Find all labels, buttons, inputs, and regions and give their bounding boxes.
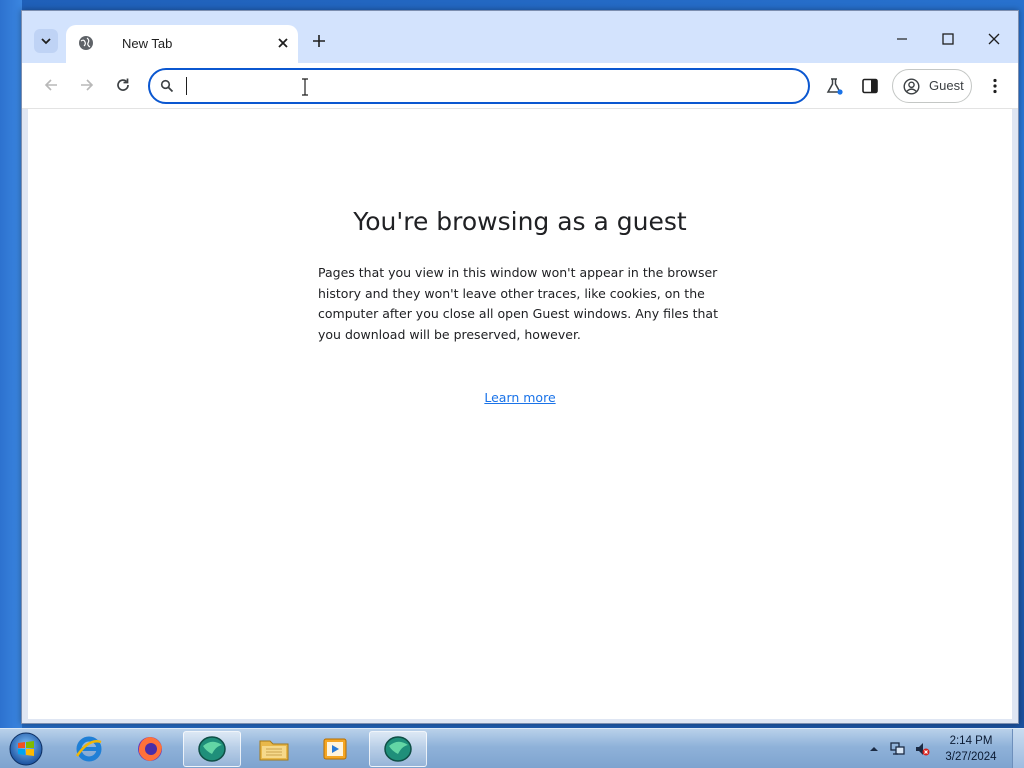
browser-window: New Tab Guest You're browsing as a guest… — [21, 10, 1019, 724]
system-clock[interactable]: 2:14 PM 3/27/2024 — [936, 733, 1006, 765]
green-orb-app-icon — [384, 736, 412, 762]
reload-icon[interactable] — [114, 76, 132, 94]
search-icon — [160, 79, 174, 93]
taskbar-ie[interactable] — [60, 731, 118, 767]
show-desktop-button[interactable] — [1012, 729, 1024, 768]
start-button[interactable] — [6, 730, 46, 768]
taskbar-app-green-active[interactable] — [369, 731, 427, 767]
tab-search-button[interactable] — [34, 29, 58, 53]
green-orb-app-icon — [198, 736, 226, 762]
text-cursor-icon — [302, 78, 308, 96]
firefox-icon — [138, 737, 162, 761]
guest-page: You're browsing as a guest Pages that yo… — [28, 109, 1012, 719]
page-title: You're browsing as a guest — [353, 207, 687, 236]
desktop-background — [0, 0, 22, 730]
forward-arrow-icon[interactable] — [78, 76, 96, 94]
labs-flask-icon[interactable] — [825, 77, 843, 95]
profile-button[interactable]: Guest — [892, 69, 972, 103]
browser-toolbar: Guest — [22, 63, 1018, 109]
taskbar: 2:14 PM 3/27/2024 — [0, 728, 1024, 768]
chevron-down-icon — [41, 38, 51, 45]
taskbar-app-green[interactable] — [183, 731, 241, 767]
account-circle-icon — [903, 78, 920, 95]
close-tab-icon[interactable] — [276, 36, 290, 50]
new-tab-icon[interactable] — [310, 32, 328, 50]
profile-label: Guest — [929, 78, 964, 93]
taskbar-media-player[interactable] — [306, 731, 364, 767]
clock-date: 3/27/2024 — [945, 751, 997, 763]
taskbar-file-explorer[interactable] — [245, 731, 303, 767]
network-icon[interactable] — [890, 741, 906, 757]
media-player-icon — [323, 738, 347, 760]
tab-strip: New Tab — [22, 11, 1018, 63]
folder-icon — [259, 740, 289, 761]
side-panel-icon[interactable] — [861, 77, 879, 95]
learn-more-link[interactable]: Learn more — [484, 390, 555, 405]
internet-explorer-icon — [75, 736, 102, 762]
guest-description: Pages that you view in this window won't… — [318, 265, 718, 342]
globe-icon — [79, 36, 93, 50]
tab-title: New Tab — [122, 36, 173, 51]
text-caret — [186, 77, 187, 95]
close-window-icon[interactable] — [986, 31, 1002, 47]
tab-new-tab[interactable]: New Tab — [66, 25, 298, 63]
address-bar[interactable] — [148, 68, 810, 104]
back-arrow-icon[interactable] — [42, 76, 60, 94]
taskbar-firefox[interactable] — [121, 731, 179, 767]
more-menu-icon[interactable] — [986, 77, 1004, 95]
minimize-icon[interactable] — [894, 31, 910, 47]
clock-time: 2:14 PM — [949, 735, 993, 747]
show-hidden-icons-icon[interactable] — [866, 741, 882, 757]
volume-muted-icon[interactable] — [914, 741, 930, 757]
address-input[interactable] — [184, 74, 784, 98]
learn-more-container: Learn more — [28, 387, 1012, 406]
maximize-icon[interactable] — [940, 31, 956, 47]
